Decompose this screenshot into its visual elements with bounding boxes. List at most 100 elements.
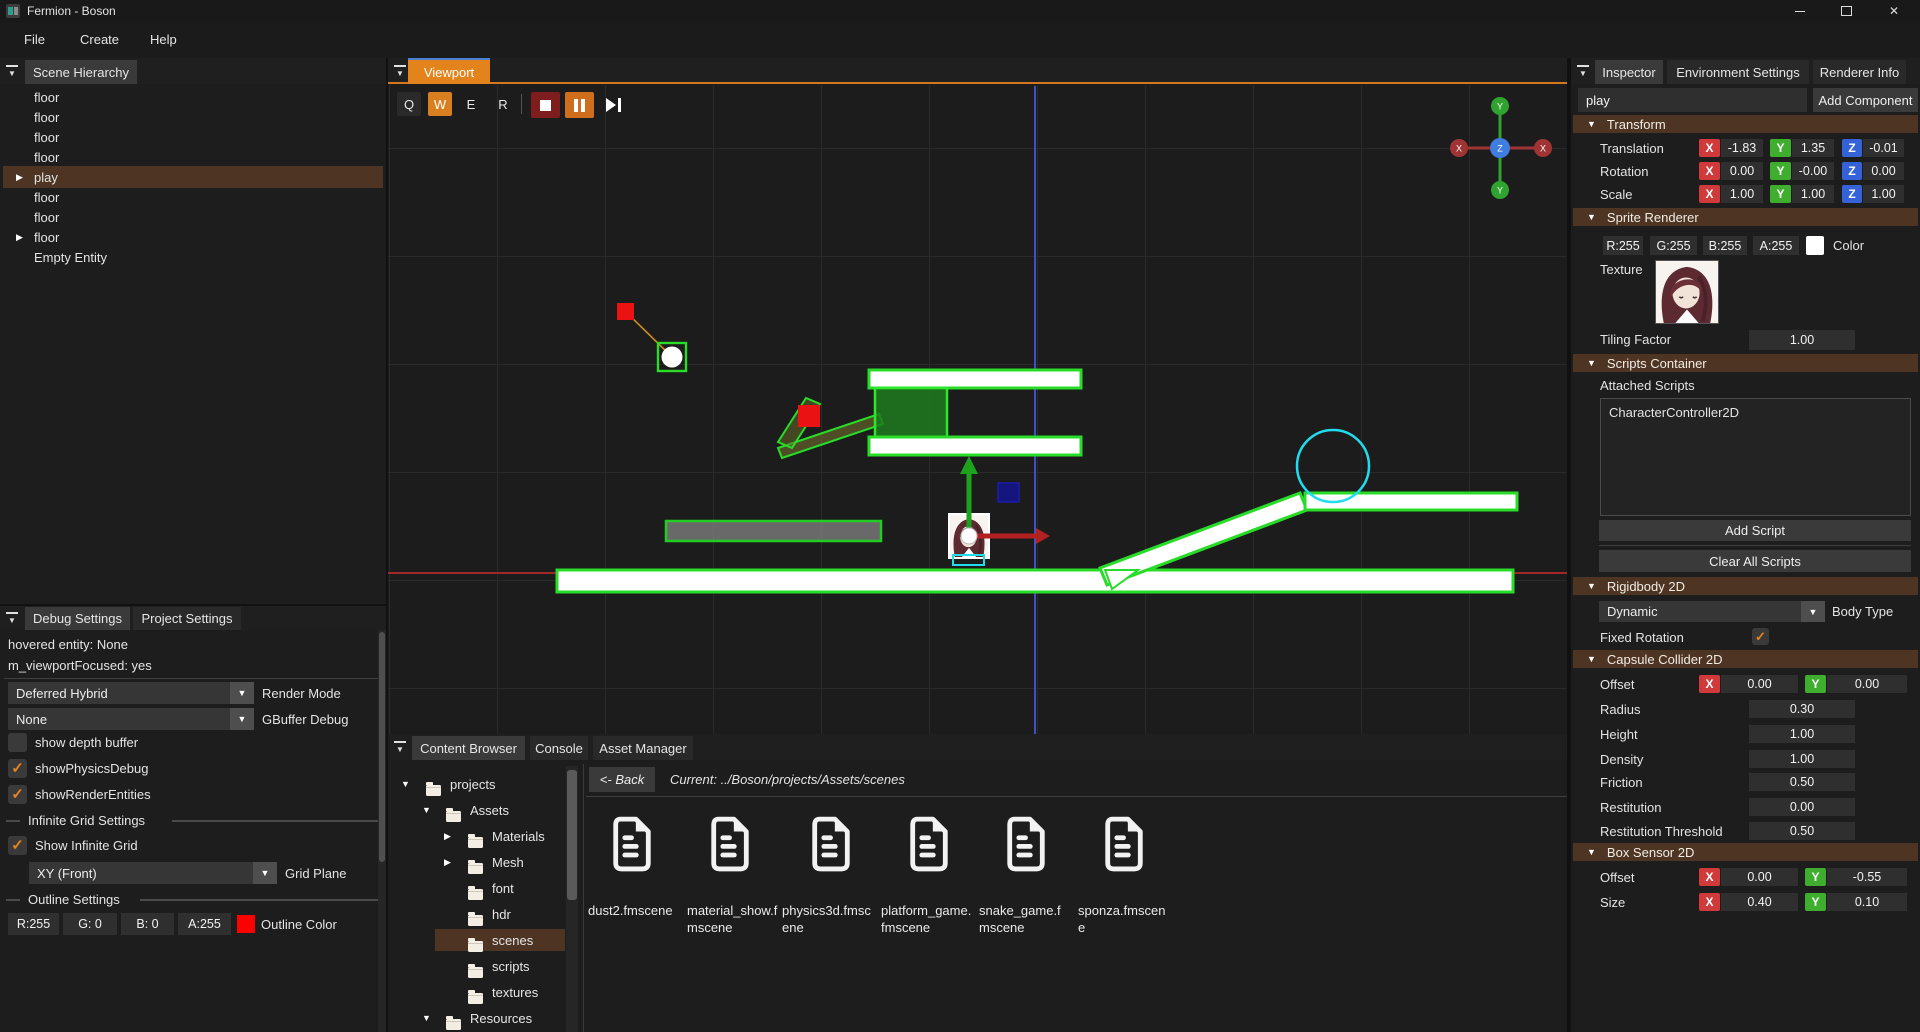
tab-inspector[interactable]: Inspector — [1595, 60, 1663, 84]
gizmo-y-arrowhead[interactable] — [960, 456, 978, 474]
entity-red-square[interactable] — [617, 303, 634, 320]
y-badge[interactable]: Y — [1805, 893, 1826, 911]
outline-g-field[interactable]: G: 0 — [63, 913, 117, 935]
minimize-button[interactable] — [1780, 0, 1820, 22]
maximize-button[interactable] — [1826, 0, 1866, 22]
x-badge[interactable]: X — [1699, 162, 1720, 180]
ground-platform[interactable] — [557, 570, 1513, 592]
scripts-listbox[interactable]: CharacterController2D — [1600, 398, 1911, 516]
color-g-field[interactable]: G:255 — [1650, 236, 1697, 255]
file-name[interactable]: snake_game.fmscene — [979, 902, 1071, 936]
entity-navy-square[interactable] — [998, 483, 1019, 502]
tree-row-font[interactable]: font — [388, 877, 564, 899]
density-field[interactable]: 1.00 — [1749, 750, 1855, 768]
tool-w-button[interactable]: W — [428, 92, 452, 116]
clear-all-scripts-button[interactable]: Clear All Scripts — [1599, 550, 1911, 572]
z-badge[interactable]: Z — [1842, 162, 1862, 180]
expand-arrow-icon[interactable]: ▼ — [422, 805, 431, 815]
expand-arrow-icon[interactable]: ▶ — [444, 857, 451, 868]
menu-help[interactable]: Help — [150, 32, 177, 47]
debug-scrollbar[interactable] — [378, 630, 386, 1032]
tab-asset-manager[interactable]: Asset Manager — [593, 736, 693, 760]
expand-arrow-icon[interactable]: ▶ — [444, 831, 451, 842]
height-field[interactable]: 1.00 — [1749, 725, 1855, 743]
sprite-renderer-header[interactable]: ▼Sprite Renderer — [1573, 208, 1918, 226]
tree-row-hdr[interactable]: hdr — [388, 903, 564, 925]
entity-gray-platform[interactable] — [666, 521, 881, 541]
viewport-canvas[interactable]: Y Y X X Z Q W E R — [388, 86, 1567, 734]
tree-row-projects[interactable]: ▼ projects — [388, 773, 564, 795]
tool-q-button[interactable]: Q — [397, 92, 421, 116]
y-badge[interactable]: Y — [1770, 185, 1791, 203]
show-physics-debug-checkbox[interactable]: ✓ — [8, 759, 27, 778]
fixed-rotation-checkbox[interactable]: ✓ — [1752, 628, 1769, 645]
file-name[interactable]: physics3d.fmscene — [782, 902, 874, 936]
collapse-icon[interactable]: ▼ — [394, 65, 406, 78]
expand-arrow-icon[interactable]: ▶ — [16, 232, 23, 243]
expand-arrow-icon[interactable]: ▶ — [16, 172, 23, 183]
tree-row-materials[interactable]: ▶ Materials — [388, 825, 564, 847]
file-item[interactable] — [906, 816, 952, 874]
tab-viewport[interactable]: Viewport — [408, 58, 490, 84]
hierarchy-row-selected[interactable]: ▶ play — [3, 166, 383, 188]
tree-scrollbar[interactable] — [566, 766, 578, 1032]
file-item[interactable] — [707, 816, 753, 874]
capsule-offset-x-field[interactable]: 0.00 — [1721, 675, 1798, 693]
rigidbody-header[interactable]: ▼Rigidbody 2D — [1573, 577, 1918, 595]
entity-name-input[interactable]: play — [1578, 88, 1807, 112]
tiling-factor-field[interactable]: 1.00 — [1749, 330, 1855, 350]
entity-red-square-2[interactable] — [798, 405, 820, 427]
scale-y-field[interactable]: 1.00 — [1792, 185, 1834, 203]
box-size-x-field[interactable]: 0.40 — [1721, 893, 1798, 911]
color-a-field[interactable]: A:255 — [1753, 236, 1799, 255]
tree-row-resources[interactable]: ▼ Resources — [388, 1007, 564, 1029]
hierarchy-row[interactable]: floor — [0, 126, 386, 148]
hierarchy-row[interactable]: floor — [0, 146, 386, 168]
show-depth-buffer-checkbox[interactable] — [8, 733, 27, 752]
file-name[interactable]: material_show.fmscene — [687, 902, 779, 936]
tree-row-mesh[interactable]: ▶ Mesh — [388, 851, 564, 873]
file-item[interactable] — [1003, 816, 1049, 874]
capsule-collider-header[interactable]: ▼Capsule Collider 2D — [1573, 650, 1918, 668]
x-badge[interactable]: X — [1699, 893, 1720, 911]
scale-x-field[interactable]: 1.00 — [1721, 185, 1763, 203]
z-badge[interactable]: Z — [1842, 185, 1862, 203]
y-badge[interactable]: Y — [1805, 868, 1826, 886]
platform-top-bar[interactable] — [869, 370, 1081, 388]
tool-r-button[interactable]: R — [491, 92, 515, 116]
scripts-container-header[interactable]: ▼Scripts Container — [1573, 354, 1918, 372]
grid-plane-select[interactable]: XY (Front)▼ — [29, 862, 277, 884]
tree-row-scenes-selected[interactable]: scenes — [435, 929, 565, 951]
add-component-button[interactable]: Add Component — [1813, 88, 1918, 112]
stop-button[interactable] — [531, 92, 560, 118]
outline-r-field[interactable]: R:255 — [8, 913, 59, 935]
file-name[interactable]: sponza.fmscene — [1078, 902, 1170, 936]
show-infinite-grid-checkbox[interactable]: ✓ — [8, 836, 27, 855]
tree-row-assets[interactable]: ▼ Assets — [388, 799, 564, 821]
tab-environment-settings[interactable]: Environment Settings — [1667, 60, 1809, 84]
close-button[interactable]: ✕ — [1872, 0, 1916, 22]
hierarchy-row[interactable]: Empty Entity — [0, 246, 386, 268]
hierarchy-row[interactable]: ▶ floor — [0, 226, 386, 248]
x-badge[interactable]: X — [1699, 675, 1720, 693]
z-badge[interactable]: Z — [1842, 139, 1862, 157]
pause-button[interactable] — [565, 92, 594, 118]
show-render-entities-checkbox[interactable]: ✓ — [8, 785, 27, 804]
add-script-button[interactable]: Add Script — [1599, 520, 1911, 541]
file-name[interactable]: platform_game.fmscene — [881, 902, 973, 936]
box-offset-x-field[interactable]: 0.00 — [1721, 868, 1798, 886]
circle-collider-outline[interactable] — [1297, 430, 1369, 502]
box-offset-y-field[interactable]: -0.55 — [1827, 868, 1907, 886]
y-badge[interactable]: Y — [1770, 162, 1791, 180]
platform-mid-bar[interactable] — [869, 437, 1081, 455]
entity-green-box[interactable] — [875, 388, 947, 437]
expand-arrow-icon[interactable]: ▼ — [401, 779, 410, 789]
tab-console[interactable]: Console — [530, 736, 588, 760]
entity-white-ball[interactable] — [662, 347, 683, 368]
tool-e-button[interactable]: E — [459, 92, 483, 116]
rotation-x-field[interactable]: 0.00 — [1721, 162, 1763, 180]
hierarchy-row[interactable]: floor — [0, 86, 386, 108]
tab-debug-settings[interactable]: Debug Settings — [25, 607, 130, 630]
tab-content-browser[interactable]: Content Browser — [412, 736, 525, 760]
outline-a-field[interactable]: A:255 — [178, 913, 231, 935]
